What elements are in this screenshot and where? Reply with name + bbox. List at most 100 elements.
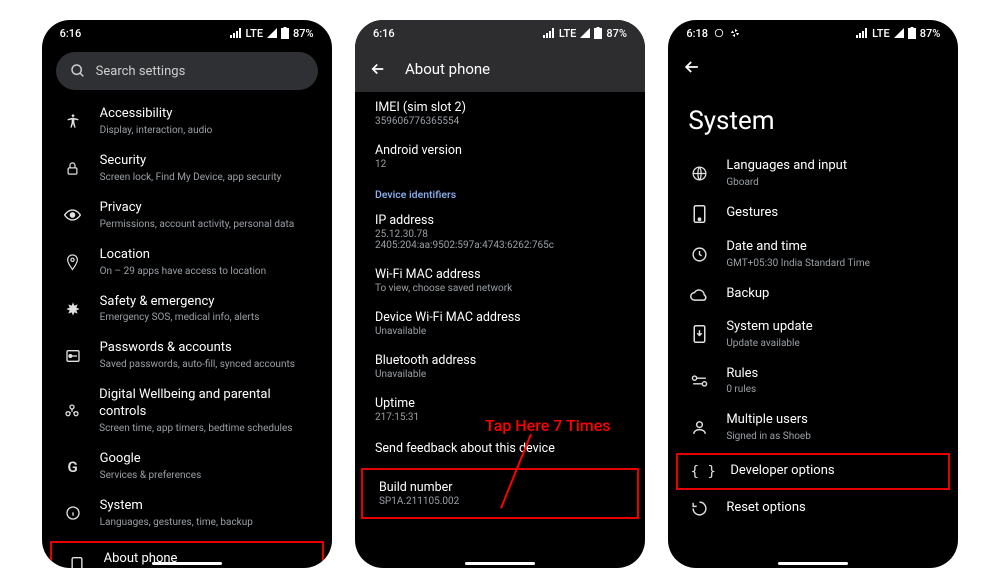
clock-icon	[688, 246, 710, 263]
item-title: About phone	[104, 551, 178, 568]
row-uptime[interactable]: Uptime 217:15:31	[355, 388, 645, 431]
header-bar: About phone	[355, 46, 645, 92]
settings-list: AccessibilityDisplay, interaction, audio…	[42, 98, 332, 568]
item-sub: Emergency SOS, medical info, alerts	[100, 311, 260, 324]
accessibility-icon	[62, 113, 84, 129]
row-sub: Unavailable	[375, 369, 625, 380]
lte-label: LTE	[246, 27, 264, 40]
status-right: LTE 87%	[230, 27, 314, 40]
row-title: Device Wi-Fi MAC address	[375, 310, 625, 325]
item-location[interactable]: LocationOn – 29 apps have access to loca…	[48, 239, 326, 286]
item-sub: Screen lock, Find My Device, app securit…	[100, 171, 282, 184]
item-backup[interactable]: Backup	[674, 278, 952, 311]
reset-icon	[688, 500, 710, 517]
item-system[interactable]: SystemLanguages, gestures, time, backup	[48, 490, 326, 537]
row-device-wifi-mac[interactable]: Device Wi-Fi MAC address Unavailable	[355, 302, 645, 345]
item-sub: Update available	[726, 337, 812, 350]
item-sub: 0 rules	[726, 383, 758, 396]
row-feedback[interactable]: Send feedback about this device	[355, 431, 645, 466]
item-google[interactable]: G GoogleServices & preferences	[48, 443, 326, 490]
status-app-icon	[714, 28, 724, 38]
item-security[interactable]: SecurityScreen lock, Find My Device, app…	[48, 145, 326, 192]
row-sub: Unavailable	[375, 326, 625, 337]
signal-icon-2	[894, 28, 904, 38]
item-gestures[interactable]: Gestures	[674, 197, 952, 231]
item-title: System	[100, 498, 253, 515]
item-wellbeing[interactable]: Digital Wellbeing and parental controlsS…	[48, 379, 326, 443]
signal-icon	[230, 28, 242, 38]
row-bt-address[interactable]: Bluetooth address Unavailable	[355, 345, 645, 388]
item-title: Languages and input	[726, 158, 847, 175]
item-languages[interactable]: Languages and inputGboard	[674, 150, 952, 197]
search-input[interactable]: Search settings	[56, 52, 318, 90]
signal-icon-2	[267, 28, 277, 38]
item-title: Security	[100, 153, 282, 170]
nav-indicator	[465, 562, 535, 565]
item-developer-options[interactable]: { } Developer options	[676, 453, 950, 490]
info-icon	[62, 505, 84, 521]
item-sub: Gboard	[726, 176, 847, 189]
battery-icon	[908, 27, 916, 39]
status-right: LTE 87%	[856, 27, 940, 40]
back-icon[interactable]	[369, 60, 387, 78]
item-passwords[interactable]: Passwords & accountsSaved passwords, aut…	[48, 332, 326, 379]
item-reset-options[interactable]: Reset options	[674, 492, 952, 525]
item-system-update[interactable]: System updateUpdate available	[674, 311, 952, 358]
status-app-icon-2	[730, 28, 740, 38]
row-title: Android version	[375, 143, 625, 158]
page-title: System	[668, 88, 958, 150]
status-time: 6:18	[686, 27, 708, 40]
lte-label: LTE	[559, 27, 577, 40]
item-sub: Saved passwords, auto-fill, synced accou…	[100, 358, 295, 371]
battery-pct: 87%	[606, 27, 627, 40]
item-accessibility[interactable]: AccessibilityDisplay, interaction, audio	[48, 98, 326, 145]
status-bar: 6:16 LTE 87%	[42, 20, 332, 46]
row-build-number[interactable]: Build number SP1A.211105.002	[361, 468, 639, 519]
row-title: Wi-Fi MAC address	[375, 267, 625, 282]
nav-indicator	[778, 562, 848, 565]
row-android-version[interactable]: Android version 12	[355, 135, 645, 178]
row-title: IMEI (sim slot 2)	[375, 100, 625, 115]
row-title: Build number	[379, 480, 621, 495]
back-icon[interactable]	[682, 57, 702, 77]
status-bar: 6:18 LTE 87%	[668, 20, 958, 46]
emergency-icon	[62, 301, 84, 317]
signal-icon	[543, 28, 555, 38]
row-imei[interactable]: IMEI (sim slot 2) 359606776365554	[355, 92, 645, 135]
users-icon	[688, 419, 710, 436]
item-title: Privacy	[100, 200, 295, 217]
row-title: Uptime	[375, 396, 625, 411]
search-placeholder: Search settings	[96, 64, 186, 79]
section-device-identifiers: Device identifiers	[355, 178, 645, 205]
item-rules[interactable]: Rules0 rules	[674, 358, 952, 405]
lte-label: LTE	[872, 27, 890, 40]
phone-settings: 6:16 LTE 87% Search settings Accessibili…	[42, 20, 332, 568]
lock-icon	[62, 161, 84, 176]
item-safety[interactable]: Safety & emergencyEmergency SOS, medical…	[48, 286, 326, 333]
nav-indicator	[152, 562, 222, 565]
item-privacy[interactable]: PrivacyPermissions, account activity, pe…	[48, 192, 326, 239]
signal-icon-2	[580, 28, 590, 38]
row-ip[interactable]: IP address 25.12.30.78 2405:204:aa:9502:…	[355, 205, 645, 259]
battery-icon	[594, 27, 602, 39]
row-title: Bluetooth address	[375, 353, 625, 368]
item-title: Location	[100, 247, 267, 264]
item-title: Developer options	[730, 463, 834, 480]
item-title: Rules	[726, 366, 758, 383]
gestures-icon	[688, 205, 710, 223]
globe-icon	[688, 165, 710, 182]
search-icon	[70, 63, 86, 79]
row-wifi-mac[interactable]: Wi-Fi MAC address To view, choose saved …	[355, 259, 645, 302]
item-title: Reset options	[726, 500, 805, 517]
item-datetime[interactable]: Date and timeGMT+05:30 India Standard Ti…	[674, 231, 952, 278]
status-time: 6:16	[60, 27, 82, 40]
item-sub: Languages, gestures, time, backup	[100, 516, 253, 529]
row-sub: 12	[375, 159, 625, 170]
rules-icon	[688, 375, 710, 387]
update-icon	[688, 325, 710, 343]
item-sub: Signed in as Shoeb	[726, 430, 811, 443]
item-sub: Screen time, app timers, bedtime schedul…	[99, 422, 316, 435]
header-plain	[668, 46, 958, 88]
signal-icon	[856, 28, 868, 38]
item-multiple-users[interactable]: Multiple usersSigned in as Shoeb	[674, 404, 952, 451]
